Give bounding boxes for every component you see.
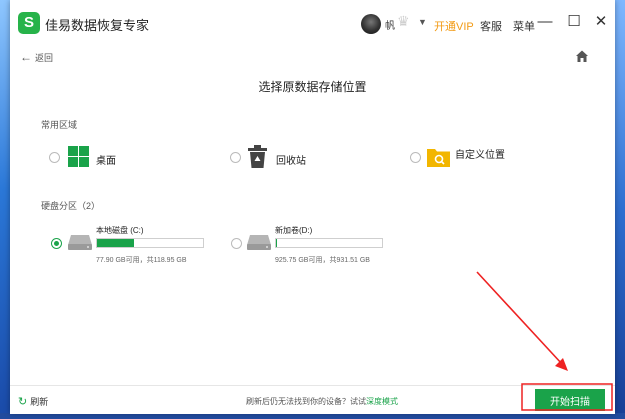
dropdown-arrow-icon[interactable]: ▼ bbox=[418, 17, 427, 27]
refresh-icon: ↻ bbox=[18, 396, 28, 408]
close-button[interactable]: ✕ bbox=[590, 11, 612, 33]
recycle-bin-label[interactable]: 回收站 bbox=[276, 152, 306, 167]
maximize-button[interactable]: ☐ bbox=[563, 11, 585, 33]
drive-d-size: 925.75 GB可用，共931.51 GB bbox=[275, 257, 370, 264]
custom-location-radio[interactable] bbox=[410, 152, 421, 163]
folder-search-icon bbox=[427, 149, 450, 167]
back-label: 返回 bbox=[35, 53, 54, 63]
windows-icon bbox=[68, 146, 89, 167]
username[interactable]: 帆 bbox=[385, 17, 395, 32]
desktop-wallpaper-left bbox=[0, 0, 10, 419]
app-window: S 佳易数据恢复专家 帆 ♛ ▼ 开通VIP 客服 菜单 — ☐ ✕ ← 返回 选… bbox=[10, 0, 615, 414]
drive-c-name[interactable]: 本地磁盘 (C:) bbox=[96, 225, 144, 236]
arrow-left-icon: ← bbox=[20, 50, 32, 64]
desktop-label[interactable]: 桌面 bbox=[96, 152, 116, 167]
title-bar: S 佳易数据恢复专家 帆 ♛ ▼ 开通VIP 客服 菜单 — ☐ ✕ bbox=[10, 0, 615, 44]
drive-d-name[interactable]: 新加卷(D:) bbox=[275, 225, 312, 236]
drive-d-radio[interactable] bbox=[231, 238, 242, 249]
hard-drive-icon bbox=[247, 235, 271, 250]
app-title: 佳易数据恢复专家 bbox=[45, 18, 150, 33]
recycle-bin-radio[interactable] bbox=[230, 152, 241, 163]
back-button[interactable]: ← 返回 bbox=[20, 50, 53, 64]
footer-bar: ↻ 刷新 刷新后仍无法找到你的设备？试试深度模式 开始扫描 bbox=[10, 385, 615, 414]
home-icon[interactable] bbox=[575, 49, 589, 63]
refresh-button[interactable]: ↻ 刷新 bbox=[18, 395, 48, 408]
menu-button[interactable]: 菜单 bbox=[513, 18, 535, 34]
minimize-button[interactable]: — bbox=[534, 11, 556, 33]
common-section-title: 常用区域 bbox=[41, 120, 78, 130]
drive-d-usage-fill bbox=[276, 239, 277, 247]
vip-link[interactable]: 开通VIP bbox=[434, 18, 474, 34]
drive-c-usage-bar bbox=[96, 238, 204, 248]
app-logo: S bbox=[18, 12, 40, 34]
service-button[interactable]: 客服 bbox=[480, 18, 502, 34]
deep-mode-link[interactable]: 深度模式 bbox=[366, 397, 398, 406]
desktop-radio[interactable] bbox=[49, 152, 60, 163]
drive-d-usage-bar bbox=[275, 238, 383, 248]
drive-c-size: 77.90 GB可用，共118.95 GB bbox=[96, 257, 187, 264]
crown-icon: ♛ bbox=[397, 13, 410, 29]
custom-location-label[interactable]: 自定义位置 bbox=[455, 146, 505, 161]
refresh-label: 刷新 bbox=[30, 397, 49, 407]
drive-c-radio[interactable] bbox=[51, 238, 62, 249]
footer-hint-text: 刷新后仍无法找到你的设备？试试 bbox=[246, 397, 366, 406]
hard-drive-icon bbox=[68, 235, 92, 250]
partition-section-title: 硬盘分区（2） bbox=[41, 201, 101, 211]
start-scan-button[interactable]: 开始扫描 bbox=[535, 389, 605, 411]
avatar[interactable] bbox=[361, 14, 381, 34]
recycle-bin-icon bbox=[248, 145, 267, 168]
desktop-wallpaper-right bbox=[615, 0, 625, 419]
footer-hint: 刷新后仍无法找到你的设备？试试深度模式 bbox=[246, 396, 398, 407]
page-title: 选择原数据存储位置 bbox=[258, 80, 367, 94]
drive-c-usage-fill bbox=[97, 239, 134, 247]
